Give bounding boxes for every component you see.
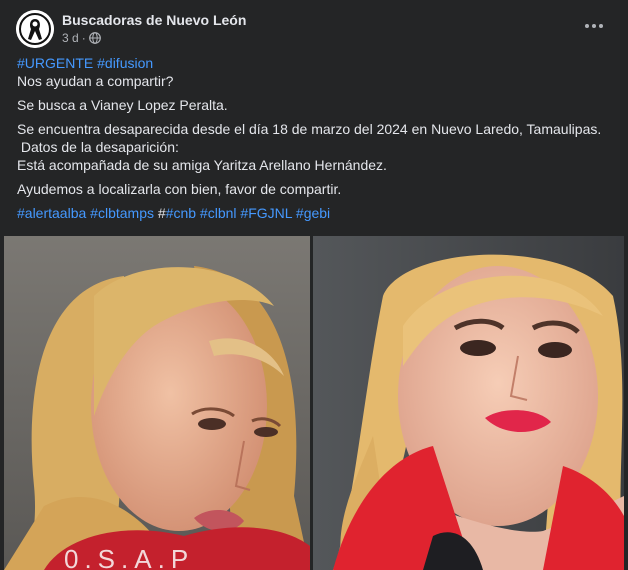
hashtag-difusion[interactable]: #difusion (97, 55, 153, 71)
post-line-3: Se encuentra desaparecida desde el día 1… (17, 121, 602, 137)
post-text: #URGENTE #difusion Nos ayudan a comparti… (17, 54, 613, 222)
tags-bottom-line: #alertaalba #clbtamps ##cnb #clbnl #FGJN… (17, 204, 613, 222)
tags-top-line: #URGENTE #difusion (17, 54, 613, 72)
hashtag-clbtamps[interactable]: #clbtamps (90, 205, 154, 221)
svg-text:0.S.A.P: 0.S.A.P (64, 544, 194, 570)
hashtag-fgjnl[interactable]: #FGJNL (240, 205, 292, 221)
hashtag-clbnl[interactable]: #clbnl (200, 205, 237, 221)
globe-icon (88, 32, 101, 44)
post-header: Buscadoras de Nuevo León 3 d · (16, 10, 612, 50)
post-line-4: Datos de la desaparición: (17, 139, 179, 155)
more-options-icon (585, 24, 589, 28)
post-timestamp[interactable]: 3 d (62, 31, 79, 45)
hashtag-alertaalba[interactable]: #alertaalba (17, 205, 86, 221)
page-avatar[interactable] (16, 10, 54, 48)
post-line-5: Está acompañada de su amiga Yaritza Arel… (17, 157, 387, 173)
more-options-button[interactable] (580, 14, 608, 38)
meta-separator: · (81, 31, 86, 45)
hashtag-urgente[interactable]: #URGENTE (17, 55, 93, 71)
post-meta: 3 d · (62, 31, 101, 45)
photo-grid: 0.S.A.P (0, 236, 628, 570)
post-line-2: Se busca a Vianey Lopez Peralta. (17, 97, 228, 113)
post-line-1: Nos ayudan a compartir? (17, 73, 174, 89)
ribbon-logo-icon (16, 10, 54, 48)
photo-left[interactable]: 0.S.A.P (4, 236, 310, 570)
hashtag-cnb[interactable]: #cnb (166, 205, 196, 221)
photo-right[interactable] (313, 236, 624, 570)
missing-person-photo-1: 0.S.A.P (4, 236, 310, 570)
page-name[interactable]: Buscadoras de Nuevo León (62, 12, 246, 28)
facebook-post: Buscadoras de Nuevo León 3 d · #URGENTE … (0, 0, 628, 570)
missing-person-photo-2 (313, 236, 624, 570)
post-line-6: Ayudemos a localizarla con bien, favor d… (17, 181, 342, 197)
hashtag-gebi[interactable]: #gebi (296, 205, 330, 221)
hashtag-stray: # (157, 205, 166, 221)
